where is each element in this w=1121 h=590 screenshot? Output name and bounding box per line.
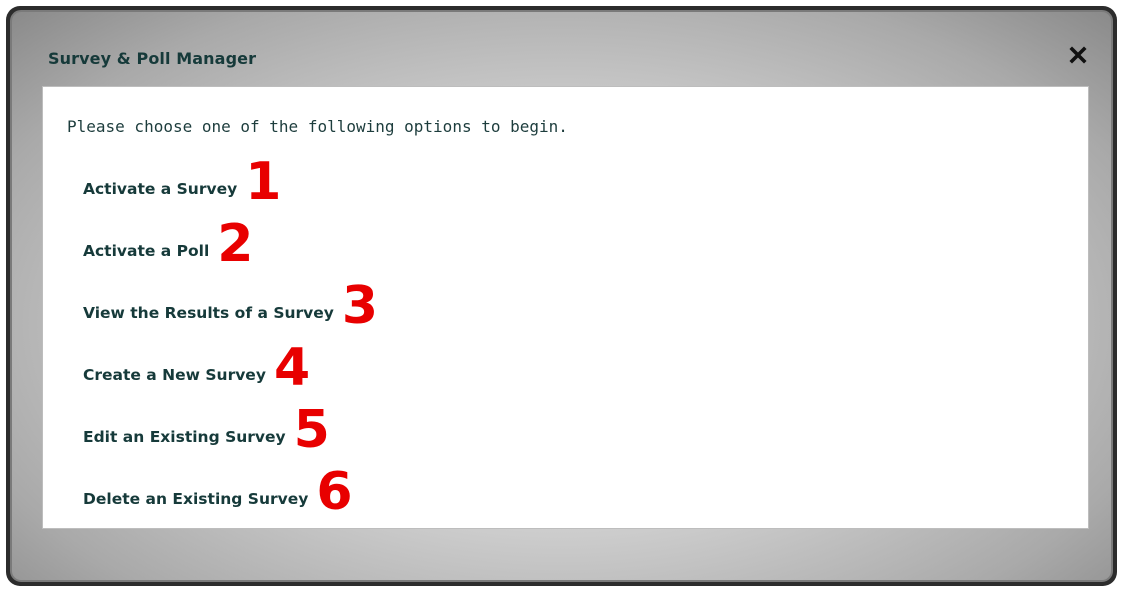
create-survey-link[interactable]: Create a New Survey (83, 365, 266, 385)
option-number-annotation: 2 (217, 214, 254, 274)
option-view-results: View the Results of a Survey 3 (83, 277, 378, 332)
close-button[interactable] (1065, 42, 1091, 68)
option-delete-survey: Delete an Existing Survey 6 (83, 463, 353, 518)
dialog-title: Survey & Poll Manager (48, 49, 257, 68)
edit-survey-link[interactable]: Edit an Existing Survey (83, 427, 286, 447)
intro-text: Please choose one of the following optio… (67, 117, 568, 136)
activate-survey-link[interactable]: Activate a Survey (83, 179, 237, 199)
options-panel: Please choose one of the following optio… (42, 86, 1089, 529)
option-number-annotation: 1 (245, 152, 282, 212)
title-bar: Survey & Poll Manager (12, 12, 1111, 92)
option-activate-poll: Activate a Poll 2 (83, 215, 253, 270)
activate-poll-link[interactable]: Activate a Poll (83, 241, 209, 261)
view-results-link[interactable]: View the Results of a Survey (83, 303, 334, 323)
option-number-annotation: 3 (341, 276, 379, 336)
option-number-annotation: 4 (273, 338, 311, 398)
dialog-window: Survey & Poll Manager Please choose one … (6, 6, 1117, 586)
close-icon (1069, 46, 1087, 64)
dialog-body: Survey & Poll Manager Please choose one … (10, 10, 1113, 582)
option-number-annotation: 6 (316, 462, 353, 522)
option-number-annotation: 5 (293, 400, 330, 460)
delete-survey-link[interactable]: Delete an Existing Survey (83, 489, 308, 509)
option-create-survey: Create a New Survey 4 (83, 339, 310, 394)
option-edit-survey: Edit an Existing Survey 5 (83, 401, 330, 456)
option-activate-survey: Activate a Survey 1 (83, 153, 281, 208)
